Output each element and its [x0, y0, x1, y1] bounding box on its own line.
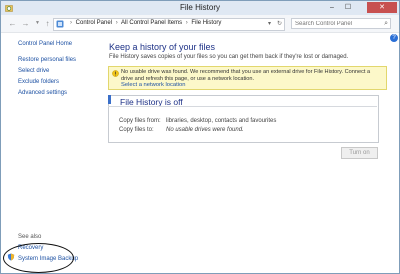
close-button[interactable]: ✕ — [367, 2, 397, 13]
minimize-button[interactable]: – — [325, 2, 339, 13]
sidebar-item-control-panel-home[interactable]: Control Panel Home — [18, 41, 72, 47]
copy-from-value: libraries, desktop, contacts and favouri… — [166, 118, 277, 124]
maximize-button[interactable]: ☐ — [341, 2, 355, 13]
title-bar[interactable]: File History – ☐ ✕ — [1, 1, 399, 15]
back-arrow-icon[interactable]: ← — [7, 18, 18, 29]
main-content: Keep a history of your files File Histor… — [101, 33, 399, 273]
breadcrumb: › Control Panel › All Control Panel Item… — [68, 20, 221, 26]
sidebar-item-advanced-settings[interactable]: Advanced settings — [18, 90, 67, 96]
search-box[interactable]: ⌕ — [291, 18, 391, 29]
highlight-circle — [3, 243, 74, 273]
search-input[interactable] — [295, 20, 375, 28]
refresh-icon[interactable]: ↻ — [275, 19, 284, 30]
copy-to-label: Copy files to: — [119, 127, 154, 133]
breadcrumb-separator: › — [115, 20, 118, 26]
see-also-heading: See also — [18, 234, 42, 240]
page-description: File History saves copies of your files … — [109, 54, 349, 60]
status-accent-bar — [108, 95, 111, 104]
status-divider — [108, 106, 377, 107]
file-history-window: File History – ☐ ✕ ← → ▼ ↑ › Control Pan… — [0, 0, 400, 274]
warning-banner: No usable drive was found. We recommend … — [108, 66, 387, 90]
forward-arrow-icon[interactable]: → — [20, 18, 31, 29]
sidebar-item-exclude-folders[interactable]: Exclude folders — [18, 79, 59, 85]
navigation-bar: ← → ▼ ↑ › Control Panel › All Control Pa… — [1, 15, 399, 33]
up-arrow-icon[interactable]: ↑ — [42, 18, 53, 29]
status-panel: File History is off Copy files from: lib… — [108, 95, 379, 143]
breadcrumb-separator: › — [185, 20, 188, 26]
sidebar-item-select-drive[interactable]: Select drive — [18, 68, 49, 74]
sidebar-item-restore-personal-files[interactable]: Restore personal files — [18, 57, 76, 63]
address-bar[interactable]: › Control Panel › All Control Panel Item… — [53, 18, 285, 31]
page-title: Keep a history of your files — [109, 42, 216, 52]
address-dropdown-icon[interactable]: ▾ — [265, 19, 274, 30]
control-panel-icon — [56, 20, 64, 28]
turn-on-button[interactable]: Turn on — [341, 147, 378, 159]
search-icon[interactable]: ⌕ — [384, 20, 388, 28]
window-title: File History — [179, 3, 220, 12]
breadcrumb-all-control-panel-items[interactable]: All Control Panel Items — [121, 20, 182, 26]
sidebar: Control Panel Home Restore personal file… — [1, 33, 101, 273]
copy-to-value: No usable drives were found. — [166, 127, 244, 133]
warning-icon — [112, 70, 119, 77]
breadcrumb-file-history[interactable]: File History — [191, 20, 221, 26]
select-network-location-link[interactable]: Select a network location — [121, 82, 185, 88]
warning-text: No usable drive was found. We recommend … — [121, 69, 371, 82]
breadcrumb-separator: › — [70, 20, 72, 26]
breadcrumb-control-panel[interactable]: Control Panel — [76, 20, 112, 26]
copy-from-label: Copy files from: — [119, 118, 161, 124]
